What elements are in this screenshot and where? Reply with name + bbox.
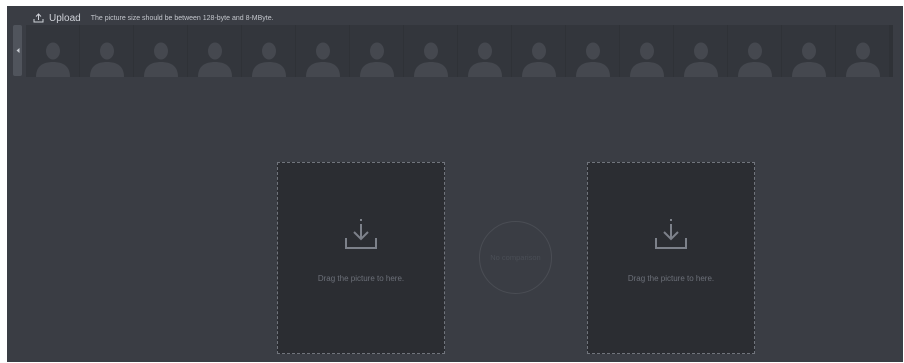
person-silhouette-icon [357,37,397,77]
person-silhouette-icon [573,37,613,77]
thumbnail-strip [26,25,893,77]
face-thumbnail[interactable] [836,25,889,77]
person-silhouette-icon [627,37,667,77]
caret-left-icon [16,48,20,53]
upload-icon [33,13,44,23]
person-silhouette-icon [843,37,883,77]
face-thumbnail[interactable] [296,25,349,77]
face-thumbnail[interactable] [566,25,619,77]
person-silhouette-icon [303,37,343,77]
upload-button[interactable]: Upload [33,13,81,24]
face-thumbnail[interactable] [404,25,457,77]
face-thumbnail[interactable] [782,25,835,77]
download-tray-icon [344,217,378,251]
face-thumbnail[interactable] [242,25,295,77]
person-silhouette-icon [681,37,721,77]
comparison-result-text: No comparison [490,253,541,262]
person-silhouette-icon [195,37,235,77]
right-drop-zone[interactable]: Drag the picture to here. [587,162,755,354]
person-silhouette-icon [87,37,127,77]
upload-size-hint: The picture size should be between 128-b… [90,14,274,22]
person-silhouette-icon [789,37,829,77]
comparison-result: No comparison [479,221,552,294]
collapse-strip-button[interactable] [13,25,22,76]
person-silhouette-icon [141,37,181,77]
download-tray-icon [654,217,688,251]
face-thumbnail[interactable] [26,25,79,77]
face-thumbnail[interactable] [512,25,565,77]
face-thumbnail[interactable] [728,25,781,77]
left-drop-text: Drag the picture to here. [317,274,405,283]
person-silhouette-icon [465,37,505,77]
face-thumbnail[interactable] [458,25,511,77]
face-thumbnail[interactable] [350,25,403,77]
toolbar: Upload The picture size should be betwee… [33,10,274,26]
upload-label: Upload [49,12,81,24]
face-thumbnail[interactable] [188,25,241,77]
left-drop-zone[interactable]: Drag the picture to here. [277,162,445,354]
person-silhouette-icon [249,37,289,77]
face-thumbnail[interactable] [80,25,133,77]
face-compare-panel: Upload The picture size should be betwee… [7,6,903,362]
person-silhouette-icon [411,37,451,77]
face-thumbnail[interactable] [674,25,727,77]
person-silhouette-icon [33,37,73,77]
person-silhouette-icon [519,37,559,77]
person-silhouette-icon [735,37,775,77]
right-drop-text: Drag the picture to here. [627,274,715,283]
face-thumbnail[interactable] [134,25,187,77]
face-thumbnail[interactable] [620,25,673,77]
